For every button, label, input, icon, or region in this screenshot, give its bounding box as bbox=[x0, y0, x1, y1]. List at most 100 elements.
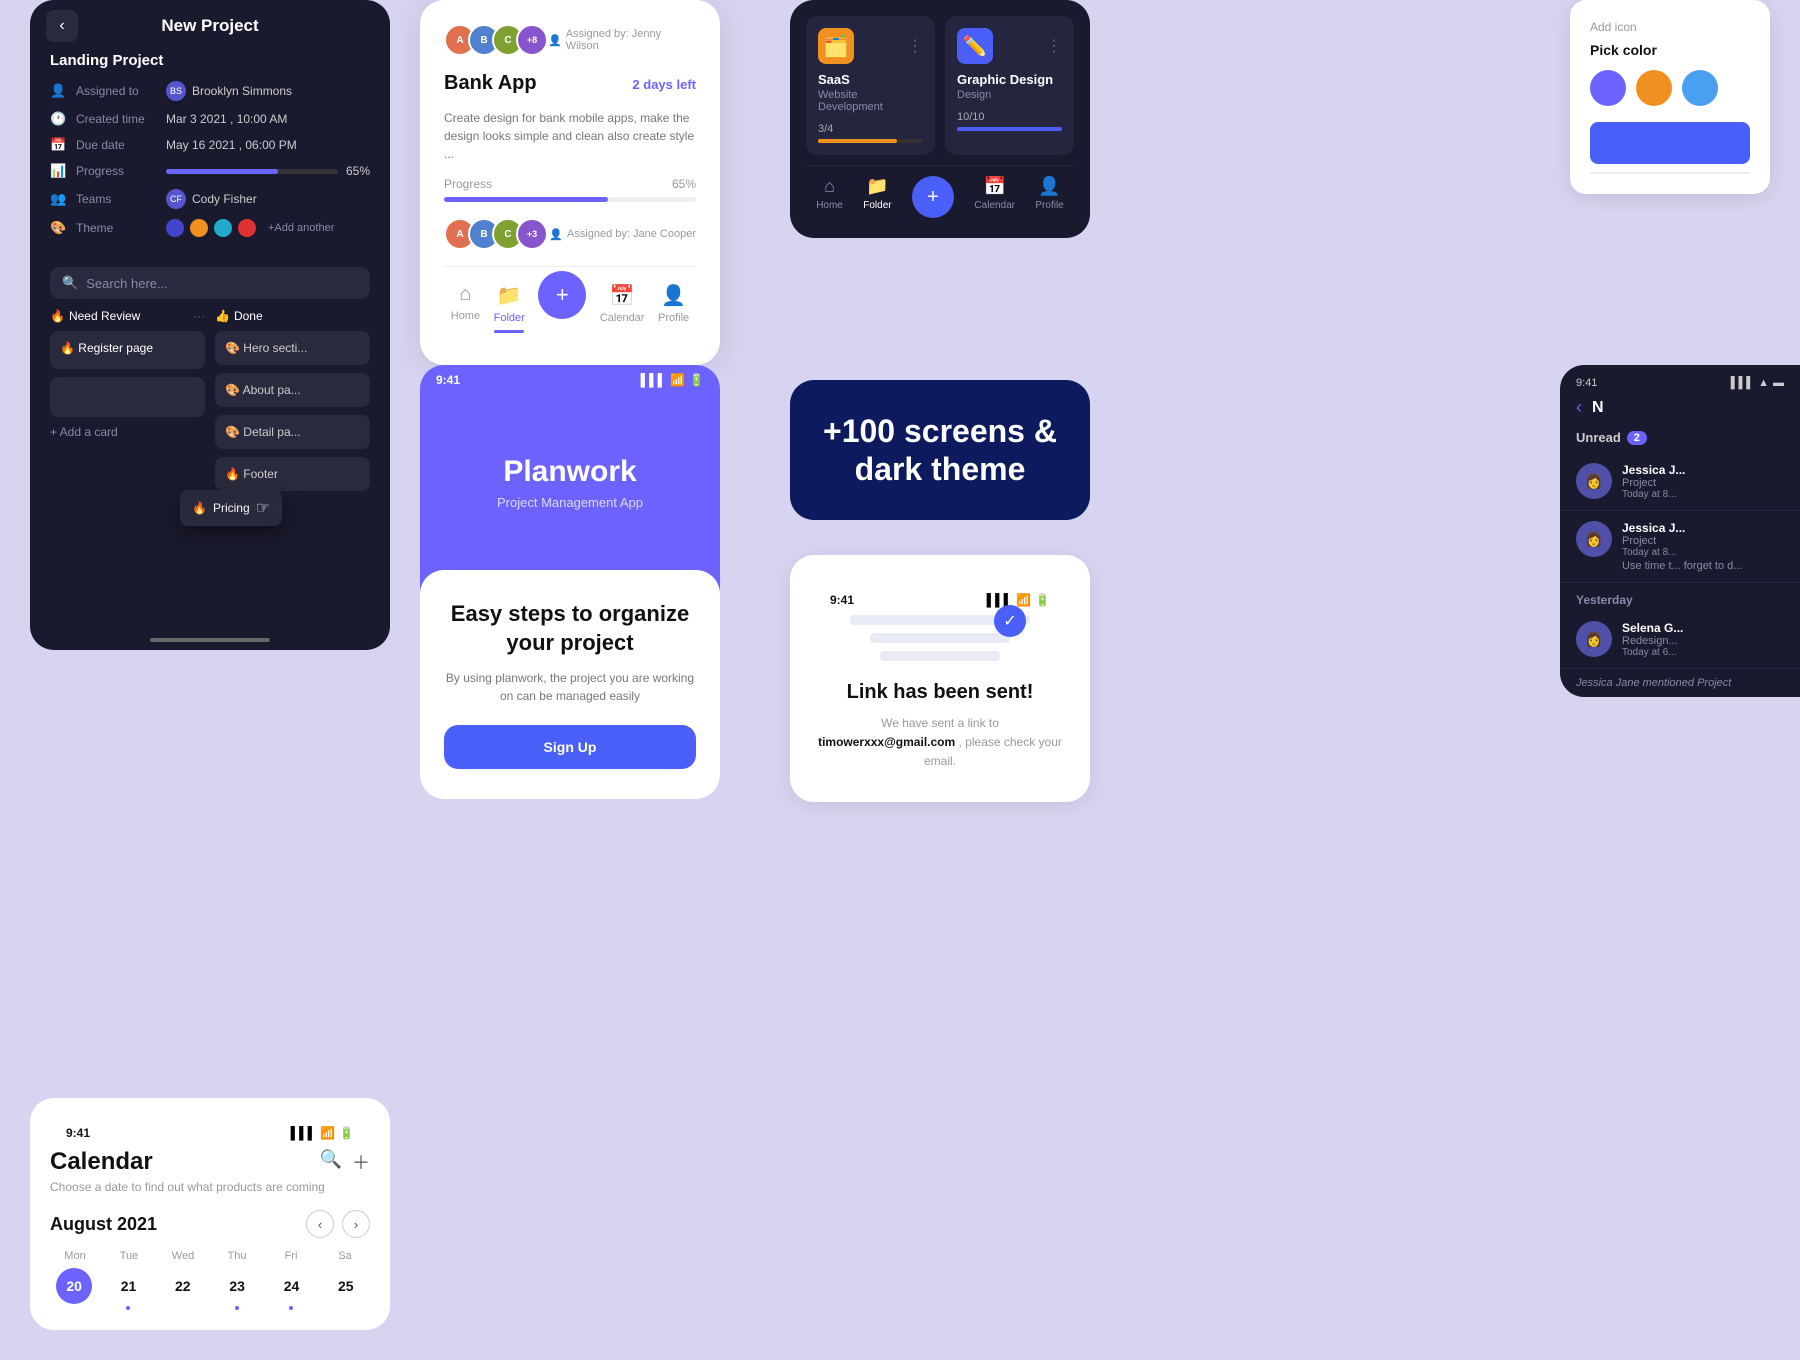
theme-dot-blue[interactable] bbox=[166, 219, 184, 237]
search-bar[interactable]: 🔍 Search here... bbox=[50, 267, 370, 299]
kanban-add-1[interactable]: + Add a card bbox=[50, 425, 205, 439]
cal-day-23[interactable]: 23 bbox=[213, 1268, 261, 1310]
planwork-signup-btn[interactable]: Sign Up bbox=[444, 725, 696, 769]
assigned-to-row: 👤 Assigned to BS Brooklyn Simmons bbox=[50, 81, 370, 101]
kanban-card-register[interactable]: 🔥 Register page bbox=[50, 331, 205, 369]
unread-text: Unread bbox=[1576, 430, 1621, 445]
msg-item-1[interactable]: 👩 Jessica J... Project Today at 8... bbox=[1560, 453, 1800, 511]
kanban-card-detail[interactable]: 🎨 Detail pa... bbox=[215, 415, 370, 449]
unread-badge: 2 bbox=[1627, 431, 1647, 445]
dark-nav-calendar[interactable]: 📅 Calendar bbox=[974, 176, 1015, 218]
cal-day-20[interactable]: 20 bbox=[50, 1268, 98, 1310]
project-name: Landing Project bbox=[50, 52, 370, 69]
cal-day-num-21: 21 bbox=[110, 1268, 146, 1304]
home-indicator bbox=[150, 638, 270, 642]
dragging-card: 🔥 Pricing ☞ bbox=[180, 490, 282, 526]
folder-icon: 📁 bbox=[497, 283, 522, 308]
cal-dot-24 bbox=[289, 1306, 293, 1310]
avatar-8: +3 bbox=[516, 218, 548, 250]
card-title-4: Detail pa... bbox=[243, 425, 300, 439]
card-emoji-4: 🎨 bbox=[225, 425, 243, 439]
proj-card-sub-2: Design bbox=[957, 89, 1062, 101]
nav-profile[interactable]: 👤 Profile bbox=[658, 283, 689, 333]
msg-avatar-2: 👩 bbox=[1576, 521, 1612, 557]
msg-time-1: Today at 8... bbox=[1622, 489, 1685, 500]
proj-card-name-2: Graphic Design bbox=[957, 72, 1062, 87]
nav-calendar[interactable]: 📅 Calendar bbox=[600, 283, 645, 333]
cal-dot-23 bbox=[235, 1306, 239, 1310]
card-emoji-2: 🎨 bbox=[225, 341, 243, 355]
nav-plus-button[interactable]: + bbox=[538, 271, 586, 319]
msg-item-2[interactable]: 👩 Jessica J... Project Today at 8... Use… bbox=[1560, 511, 1800, 583]
kanban-card-hero[interactable]: 🎨 Hero secti... bbox=[215, 331, 370, 365]
battery-icon-3: 🔋 bbox=[1035, 593, 1050, 607]
progress-value-2: 65% bbox=[672, 177, 696, 191]
cal-add-icon[interactable]: ＋ bbox=[352, 1149, 370, 1175]
messages-card: 9:41 ▌▌▌ ▲ ▬ ‹ N Unread 2 👩 Jessica J...… bbox=[1560, 365, 1800, 697]
dark-nav: ⌂ Home 📁 Folder + 📅 Calendar 👤 Profile bbox=[806, 165, 1074, 222]
cal-day-24[interactable]: 24 bbox=[267, 1268, 315, 1310]
pick-color-title: Pick color bbox=[1590, 42, 1750, 58]
msg-avatar-3: 👩 bbox=[1576, 621, 1612, 657]
msg-unread-label: Unread 2 bbox=[1560, 430, 1800, 445]
cal-status-icons: ▌▌▌ 📶 🔋 bbox=[291, 1126, 354, 1140]
cal-header-mon: Mon bbox=[50, 1250, 100, 1262]
created-time-row: 🕐 Created time Mar 3 2021 , 10:00 AM bbox=[50, 111, 370, 127]
msg-item-3[interactable]: 👩 Selena G... Redesign... Today at 6... bbox=[1560, 611, 1800, 669]
proj-dots-2[interactable]: ⋮ bbox=[1046, 36, 1062, 56]
msg-back-button[interactable]: ‹ bbox=[1576, 397, 1582, 418]
cal-day-21[interactable]: 21 bbox=[104, 1268, 152, 1310]
cal-search-icon[interactable]: 🔍 bbox=[320, 1149, 342, 1175]
cal-title-row: Calendar 🔍 ＋ bbox=[50, 1148, 370, 1176]
nav-folder-label: Folder bbox=[494, 312, 525, 324]
proj-card-header-2: ✏️ ⋮ bbox=[957, 28, 1062, 64]
proj-dots-1[interactable]: ⋮ bbox=[907, 36, 923, 56]
progress-label-row: Progress 65% bbox=[444, 177, 696, 191]
back-button[interactable]: ‹ bbox=[46, 10, 78, 42]
screens-line2: dark theme bbox=[855, 451, 1026, 487]
more-icon[interactable]: ··· bbox=[193, 309, 205, 323]
assigned-to-label: Assigned to bbox=[76, 84, 166, 98]
color-circle-blue[interactable] bbox=[1682, 70, 1718, 106]
nav-home[interactable]: ⌂ Home bbox=[451, 283, 480, 333]
kanban-col-title-2: 👍 Done bbox=[215, 309, 370, 323]
cal-next-arrow[interactable]: › bbox=[342, 1210, 370, 1238]
cal-title: Calendar bbox=[50, 1148, 153, 1176]
blue-rect bbox=[1590, 122, 1750, 164]
nav-calendar-label: Calendar bbox=[600, 312, 645, 324]
team-icon: 👥 bbox=[50, 191, 66, 207]
proj-progress-fill-1 bbox=[818, 139, 897, 143]
msg-title: N bbox=[1592, 399, 1604, 417]
kanban-card-footer[interactable]: 🔥 Footer bbox=[215, 457, 370, 491]
calendar-icon: 📅 bbox=[50, 137, 66, 153]
theme-dot-orange[interactable] bbox=[190, 219, 208, 237]
dark-nav-profile[interactable]: 👤 Profile bbox=[1035, 176, 1063, 218]
planwork-desc: By using planwork, the project you are w… bbox=[444, 669, 696, 705]
assigned-to-value: Brooklyn Simmons bbox=[192, 84, 292, 98]
kanban-card-about[interactable]: 🎨 About pa... bbox=[215, 373, 370, 407]
cal-day-25[interactable]: 25 bbox=[322, 1268, 370, 1310]
theme-dot-teal[interactable] bbox=[214, 219, 232, 237]
dark-nav-plus[interactable]: + bbox=[912, 176, 954, 218]
progress-label-2: Progress bbox=[444, 177, 492, 191]
dark-nav-folder[interactable]: 📁 Folder bbox=[863, 176, 891, 218]
link-check-icon: ✓ bbox=[994, 605, 1026, 637]
cal-day-22[interactable]: 22 bbox=[159, 1268, 207, 1310]
theme-dots: +Add another bbox=[166, 219, 334, 237]
theme-dot-red[interactable] bbox=[238, 219, 256, 237]
nav-folder[interactable]: 📁 Folder bbox=[494, 283, 525, 333]
kanban-card-empty[interactable] bbox=[50, 377, 205, 417]
dark-nav-home[interactable]: ⌂ Home bbox=[816, 176, 843, 218]
color-circle-purple[interactable] bbox=[1590, 70, 1626, 106]
card-title-footer: Footer bbox=[243, 467, 278, 481]
add-another-label[interactable]: +Add another bbox=[268, 222, 334, 234]
cal-prev-arrow[interactable]: ‹ bbox=[306, 1210, 334, 1238]
proj-progress-val-2: 10/10 bbox=[957, 111, 985, 123]
msg-name-2: Jessica J... bbox=[1622, 521, 1742, 535]
color-circle-orange[interactable] bbox=[1636, 70, 1672, 106]
cal-month-row: August 2021 ‹ › bbox=[50, 1210, 370, 1238]
proj-card-sub-1: Website Development bbox=[818, 89, 923, 113]
planwork-subtitle: Project Management App bbox=[450, 495, 690, 510]
screens-card: +100 screens & dark theme bbox=[790, 380, 1090, 520]
pick-color-card: Add icon Pick color bbox=[1570, 0, 1770, 194]
